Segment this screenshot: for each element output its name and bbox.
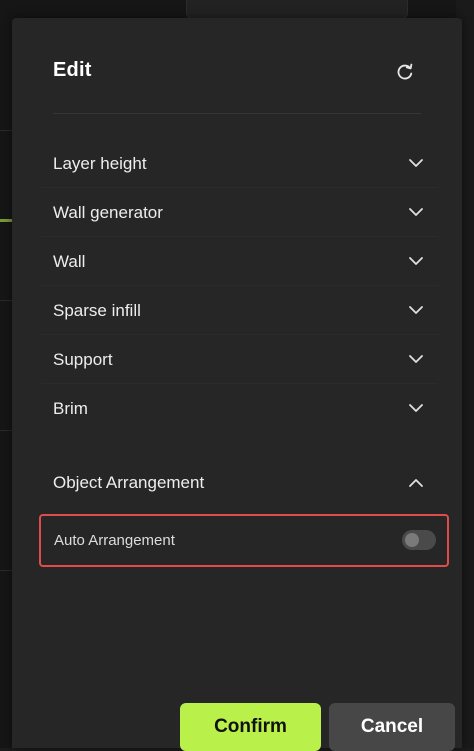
toggle-knob [405, 533, 419, 547]
dialog-header: Edit [53, 18, 421, 114]
section-sparse-infill[interactable]: Sparse infill [41, 286, 438, 335]
section-label: Brim [53, 399, 88, 418]
section-layer-height[interactable]: Layer height [41, 139, 438, 188]
chevron-down-icon [409, 355, 423, 363]
cancel-button[interactable]: Cancel [329, 703, 455, 751]
auto-arrangement-toggle[interactable] [402, 530, 436, 550]
edit-dialog: Edit Layer height Wall generator Wall Sp… [12, 18, 462, 751]
dialog-footer: Confirm Cancel [12, 658, 462, 751]
chevron-down-icon [409, 257, 423, 265]
confirm-button[interactable]: Confirm [180, 703, 321, 751]
section-label: Support [53, 350, 113, 369]
dialog-title: Edit [53, 59, 92, 81]
settings-sections: Layer height Wall generator Wall Sparse … [41, 139, 438, 432]
chevron-down-icon [409, 306, 423, 314]
chevron-down-icon [409, 404, 423, 412]
reset-icon[interactable] [395, 62, 415, 82]
backdrop-panel [186, 0, 408, 19]
section-label: Sparse infill [53, 301, 141, 320]
chevron-down-icon [409, 159, 423, 167]
section-brim[interactable]: Brim [41, 384, 438, 432]
section-support[interactable]: Support [41, 335, 438, 384]
backdrop-accent [0, 219, 12, 222]
section-wall-generator[interactable]: Wall generator [41, 188, 438, 237]
chevron-down-icon [409, 208, 423, 216]
chevron-up-icon [409, 479, 423, 487]
section-label: Wall generator [53, 203, 163, 222]
section-object-arrangement[interactable]: Object Arrangement [41, 466, 438, 506]
section-wall[interactable]: Wall [41, 237, 438, 286]
auto-arrangement-label: Auto Arrangement [54, 532, 175, 549]
section-label: Wall [53, 252, 86, 271]
section-label: Layer height [53, 154, 147, 173]
auto-arrangement-option: Auto Arrangement [39, 514, 449, 567]
section-label: Object Arrangement [53, 473, 205, 492]
